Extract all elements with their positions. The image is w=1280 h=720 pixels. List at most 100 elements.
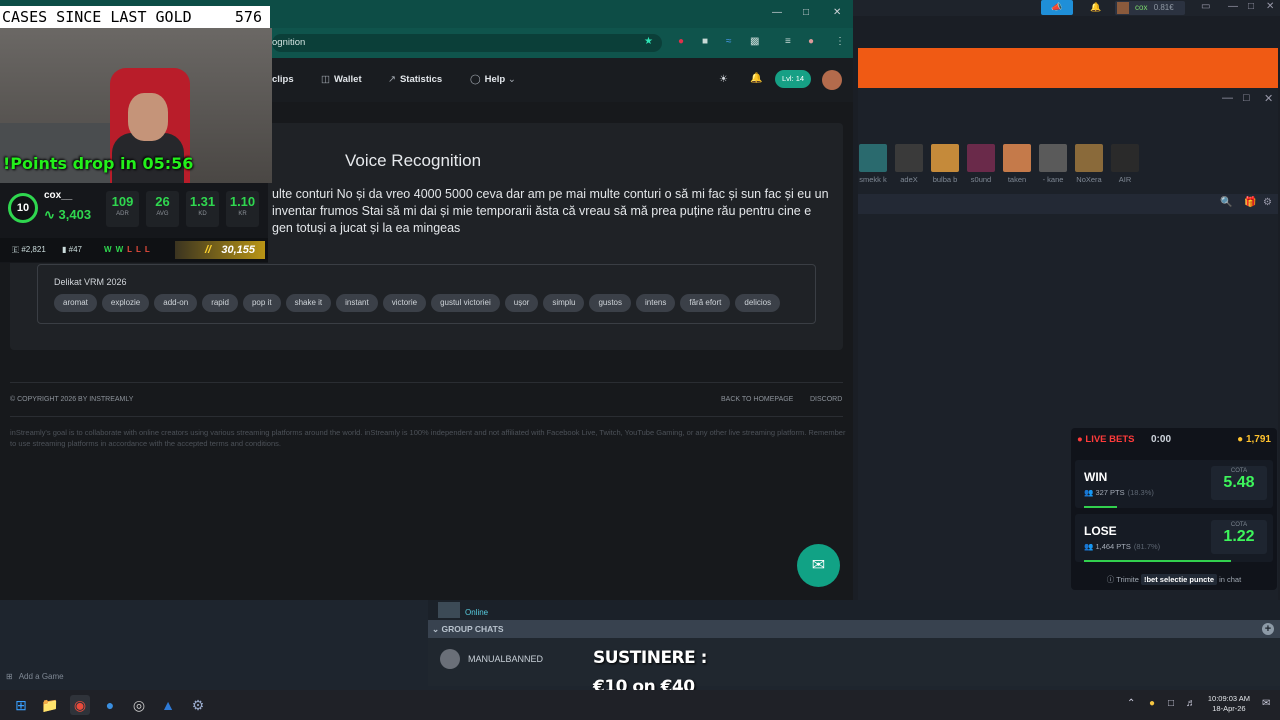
volume-icon[interactable]: ♬: [1186, 698, 1196, 709]
friend-item[interactable]: adeX: [894, 144, 924, 184]
profile-icon[interactable]: ●: [808, 36, 814, 47]
friend-avatar: [859, 144, 887, 172]
friend-item[interactable]: AIR: [1110, 144, 1140, 184]
network-icon[interactable]: □: [1168, 698, 1174, 709]
maximize-icon[interactable]: □: [1243, 92, 1250, 104]
friend-item[interactable]: smekk k: [858, 144, 888, 184]
close-icon[interactable]: ✕: [833, 7, 841, 18]
extension-icon[interactable]: ●: [678, 36, 684, 47]
bets-header: ● LIVE BETS 0:00 ● 1,791: [1077, 434, 1271, 448]
theme-toggle-icon[interactable]: ☀: [719, 74, 728, 85]
keyword-tag[interactable]: explozie: [101, 294, 150, 312]
bet-option-win[interactable]: WIN 👥 327 PTS (18.3%) COTA 5.48: [1075, 460, 1273, 508]
app-icon[interactable]: ▲: [158, 695, 178, 715]
user-avatar[interactable]: [822, 70, 842, 90]
bet-option-lose[interactable]: LOSE 👥 1,464 PTS (81.7%) COTA 1.22: [1075, 514, 1273, 562]
edge-icon[interactable]: ●: [100, 695, 120, 715]
steam-user-chip[interactable]: cox 0.81€: [1115, 1, 1185, 15]
keyword-tag[interactable]: ușor: [504, 294, 539, 312]
menu-icon[interactable]: ⋮: [835, 36, 845, 47]
mic-icon[interactable]: ●: [1149, 698, 1155, 709]
steam-icon[interactable]: ⚙: [188, 695, 208, 715]
close-icon[interactable]: ✕: [1264, 92, 1273, 105]
preset-title: Delikat VRM 2026: [54, 277, 127, 287]
friend-avatar: [967, 144, 995, 172]
obs-icon[interactable]: ◎: [129, 695, 149, 715]
keyword-tag[interactable]: pop it: [242, 294, 281, 312]
chrome-icon[interactable]: ◉: [70, 695, 90, 715]
keyword-tag[interactable]: gustul victoriei: [431, 294, 500, 312]
keyword-tag[interactable]: rapid: [202, 294, 238, 312]
discord-link[interactable]: DISCORD: [810, 396, 842, 403]
bets-instructions: ⓘ Trimite !bet selectie puncte in chat: [1106, 574, 1242, 585]
chart-icon: ↗: [388, 74, 396, 85]
chevron-down-icon: ⌄: [507, 74, 516, 85]
nav-statistics[interactable]: ↗ Statistics: [388, 74, 442, 85]
maximize-icon[interactable]: □: [1248, 1, 1254, 12]
add-group-icon[interactable]: +: [1262, 623, 1274, 635]
extension-icon[interactable]: ■: [702, 36, 708, 47]
keyword-tag[interactable]: delicios: [735, 294, 781, 312]
megaphone-button[interactable]: 📣: [1041, 0, 1073, 15]
keyword-tag[interactable]: fără efort: [680, 294, 731, 312]
minimize-icon[interactable]: —: [1222, 92, 1233, 104]
monitor-icon[interactable]: ▭: [1201, 1, 1210, 12]
keyword-tag[interactable]: victorie: [382, 294, 427, 312]
nav-wallet[interactable]: ◫ Wallet: [321, 74, 362, 85]
start-icon[interactable]: ⊞: [11, 695, 31, 715]
puzzle-icon[interactable]: ▩: [750, 36, 759, 47]
keyword-tag[interactable]: gustos: [589, 294, 632, 312]
add-game-button[interactable]: ⊞ Add a Game: [6, 672, 64, 681]
friend-item[interactable]: NoXera: [1074, 144, 1104, 184]
friend-avatar: [1039, 144, 1067, 172]
minimize-icon[interactable]: —: [772, 7, 782, 18]
back-to-homepage-link[interactable]: BACK TO HOMEPAGE: [721, 396, 793, 403]
notification-bell-icon[interactable]: 🔔: [1090, 2, 1101, 13]
gift-icon[interactable]: 🎁: [1244, 197, 1256, 208]
star-icon[interactable]: ★: [644, 36, 653, 47]
friends-search-bar[interactable]: 🔍 🎁 ⚙: [858, 194, 1278, 214]
online-status: Online: [465, 608, 489, 617]
friend-name: AIR: [1118, 175, 1132, 184]
friend-name: taken: [1007, 175, 1027, 184]
keyword-tag[interactable]: shake it: [285, 294, 332, 312]
faceit-level: 10: [8, 193, 38, 223]
level-badge[interactable]: Lvl: 14: [775, 70, 812, 88]
keyword-tag[interactable]: simplu: [543, 294, 585, 312]
media-icon[interactable]: ≡: [785, 36, 791, 47]
cota-box: COTA 1.22: [1211, 520, 1267, 554]
settings-icon[interactable]: ⚙: [1263, 197, 1272, 208]
steam-avatar: [1117, 2, 1129, 14]
close-icon[interactable]: ✕: [1266, 1, 1274, 12]
friend-item[interactable]: bulba b: [930, 144, 960, 184]
keyword-tag[interactable]: add-on: [154, 294, 198, 312]
clock[interactable]: 10:09:03 AM 18-Apr-26: [1208, 694, 1250, 714]
friend-item[interactable]: - kane: [1038, 144, 1068, 184]
chevron-down-icon: ⌄: [432, 624, 440, 634]
minimize-icon[interactable]: —: [1228, 1, 1238, 12]
maximize-icon[interactable]: □: [803, 7, 809, 18]
tray-chevron-icon[interactable]: ⌃: [1127, 698, 1135, 709]
keyword-tag[interactable]: intens: [636, 294, 676, 312]
bet-progress-bar: [1084, 506, 1117, 508]
friend-item[interactable]: taken: [1002, 144, 1032, 184]
search-icon[interactable]: 🔍: [1220, 197, 1232, 208]
faceit-stats-overlay: 10 cox__ ∿ 3,403 109 ADR 26 AVG 1.31 KD 1.1…: [0, 183, 268, 263]
friend-name: s0und: [970, 175, 992, 184]
file-explorer-icon[interactable]: 📁: [40, 695, 60, 715]
chat-button[interactable]: ✉: [797, 544, 840, 587]
url-input[interactable]: ognition: [272, 34, 662, 52]
points-drop-countdown: !Points drop in 05:56: [3, 154, 194, 173]
keyword-tag[interactable]: aromat: [54, 294, 97, 312]
friend-item[interactable]: s0und: [966, 144, 996, 184]
nav-clips[interactable]: clips: [272, 74, 294, 85]
extension-icon[interactable]: ≈: [726, 36, 732, 47]
stat-kd: 1.31 KD: [186, 191, 219, 227]
nav-help[interactable]: ◯ Help ⌄: [470, 74, 520, 85]
notification-bell-icon[interactable]: 🔔: [750, 73, 762, 84]
notifications-icon[interactable]: ✉: [1262, 698, 1270, 709]
group-chats-header[interactable]: ⌄ GROUP CHATS +: [428, 620, 1280, 638]
group-chat-item[interactable]: MANUALBANNED: [428, 638, 1280, 686]
match-result: W: [115, 245, 124, 254]
keyword-tag[interactable]: instant: [336, 294, 378, 312]
